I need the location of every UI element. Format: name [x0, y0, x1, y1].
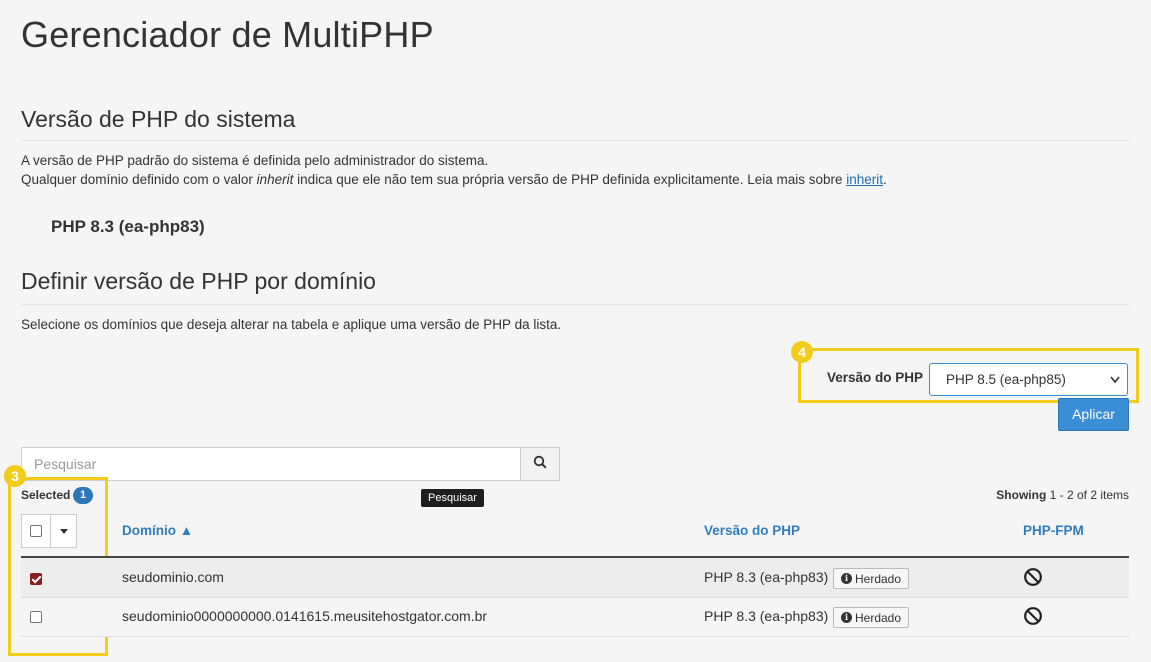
domain-name: seudominio.com — [122, 569, 224, 585]
system-php-description: A versão de PHP padrão do sistema é defi… — [21, 151, 887, 189]
inherit-link[interactable]: inherit — [846, 172, 883, 187]
inherited-badge: i Herdado — [833, 568, 909, 589]
ban-icon — [1023, 567, 1043, 592]
step-badge-4: 4 — [791, 341, 813, 363]
caret-down-icon — [59, 526, 68, 536]
system-php-heading: Versão de PHP do sistema — [21, 106, 296, 132]
php-version-value: PHP 8.3 (ea-php83) — [704, 608, 829, 624]
row-checkbox[interactable] — [30, 611, 42, 623]
selected-count-badge: 1 — [73, 487, 93, 504]
domain-php-heading: Definir versão de PHP por domínio — [21, 268, 376, 294]
description-line-1: A versão de PHP padrão do sistema é defi… — [21, 153, 489, 168]
column-header-php-version[interactable]: Versão do PHP — [704, 523, 800, 538]
search-button[interactable] — [520, 447, 560, 481]
search-input[interactable]: Pesquisar — [21, 447, 521, 481]
bulk-select-control — [21, 514, 77, 548]
search-tooltip: Pesquisar — [421, 489, 484, 507]
php-version-selected: PHP 8.5 (ea-php85) — [946, 372, 1066, 387]
search-icon — [533, 455, 547, 474]
step-badge-3: 3 — [4, 465, 26, 487]
row-divider — [21, 636, 1129, 637]
inherited-badge: i Herdado — [833, 607, 909, 628]
column-header-domain[interactable]: Domínio ▲ — [122, 523, 193, 538]
bulk-select-dropdown[interactable] — [51, 514, 77, 548]
domain-name: seudominio0000000000.0141615.meusitehost… — [122, 608, 488, 624]
column-header-php-fpm[interactable]: PHP-FPM — [1023, 523, 1084, 538]
domain-php-description: Selecione os domínios que deseja alterar… — [21, 317, 562, 332]
divider — [21, 304, 1129, 305]
apply-button[interactable]: Aplicar — [1058, 398, 1129, 431]
info-icon: i — [840, 612, 852, 623]
inherited-badge-label: Herdado — [854, 610, 902, 625]
inherit-emphasis: inherit — [256, 172, 294, 187]
pagination-summary: Showing 1 - 2 of 2 items — [996, 488, 1129, 502]
ban-icon — [1023, 606, 1043, 631]
divider — [21, 140, 1129, 141]
description-line-2-end: . — [883, 172, 887, 187]
system-php-version: PHP 8.3 (ea-php83) — [51, 217, 205, 236]
php-version-select[interactable]: PHP 8.5 (ea-php85) — [929, 363, 1128, 396]
php-version-value: PHP 8.3 (ea-php83) — [704, 569, 829, 585]
selected-label: Selected — [21, 488, 71, 502]
description-line-2-start: Qualquer domínio definido com o valor — [21, 172, 257, 187]
info-icon: i — [840, 573, 852, 584]
showing-label: Showing — [996, 488, 1047, 502]
page-title: Gerenciador de MultiPHP — [21, 14, 434, 55]
showing-range: 1 - 2 of 2 items — [1049, 488, 1129, 502]
description-line-2-middle: indica que ele não tem sua própria versã… — [293, 172, 847, 187]
php-version-label: Versão do PHP — [827, 370, 924, 385]
inherited-badge-label: Herdado — [854, 571, 902, 586]
select-all-checkbox[interactable] — [21, 514, 51, 548]
row-checkbox[interactable] — [30, 573, 42, 585]
